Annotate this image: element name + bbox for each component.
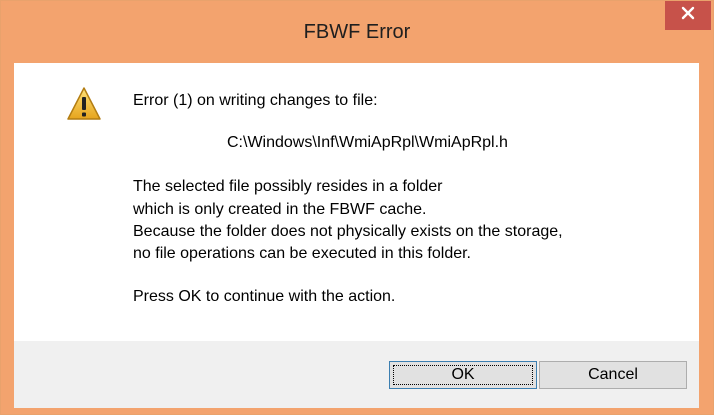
body-line-1: The selected file possibly resides in a …: [133, 178, 443, 195]
button-bar: OK Cancel: [14, 341, 699, 408]
cancel-button[interactable]: Cancel: [539, 361, 687, 389]
focus-rectangle: [393, 365, 533, 385]
warning-icon: [66, 86, 102, 122]
body-line-2: which is only created in the FBWF cache.: [133, 201, 427, 218]
error-heading: Error (1) on writing changes to file:: [133, 92, 378, 109]
close-icon: [681, 6, 695, 25]
body-line-4: no file operations can be executed in th…: [133, 245, 471, 262]
dialog-window: FBWF Error Error (1) on writing changes …: [0, 0, 714, 415]
ok-button[interactable]: OK: [389, 361, 537, 389]
dialog-content: Error (1) on writing changes to file: C:…: [14, 63, 699, 341]
file-path: C:\Windows\Inf\WmiApRpl\WmiApRpl.h: [227, 134, 508, 151]
window-bottom-border: [1, 408, 713, 414]
body-line-3: Because the folder does not physically e…: [133, 223, 563, 240]
title-bar[interactable]: FBWF Error: [1, 1, 713, 63]
continue-prompt: Press OK to continue with the action.: [133, 288, 396, 305]
close-button[interactable]: [665, 1, 711, 30]
window-title: FBWF Error: [303, 21, 411, 43]
cancel-label: Cancel: [588, 366, 638, 383]
